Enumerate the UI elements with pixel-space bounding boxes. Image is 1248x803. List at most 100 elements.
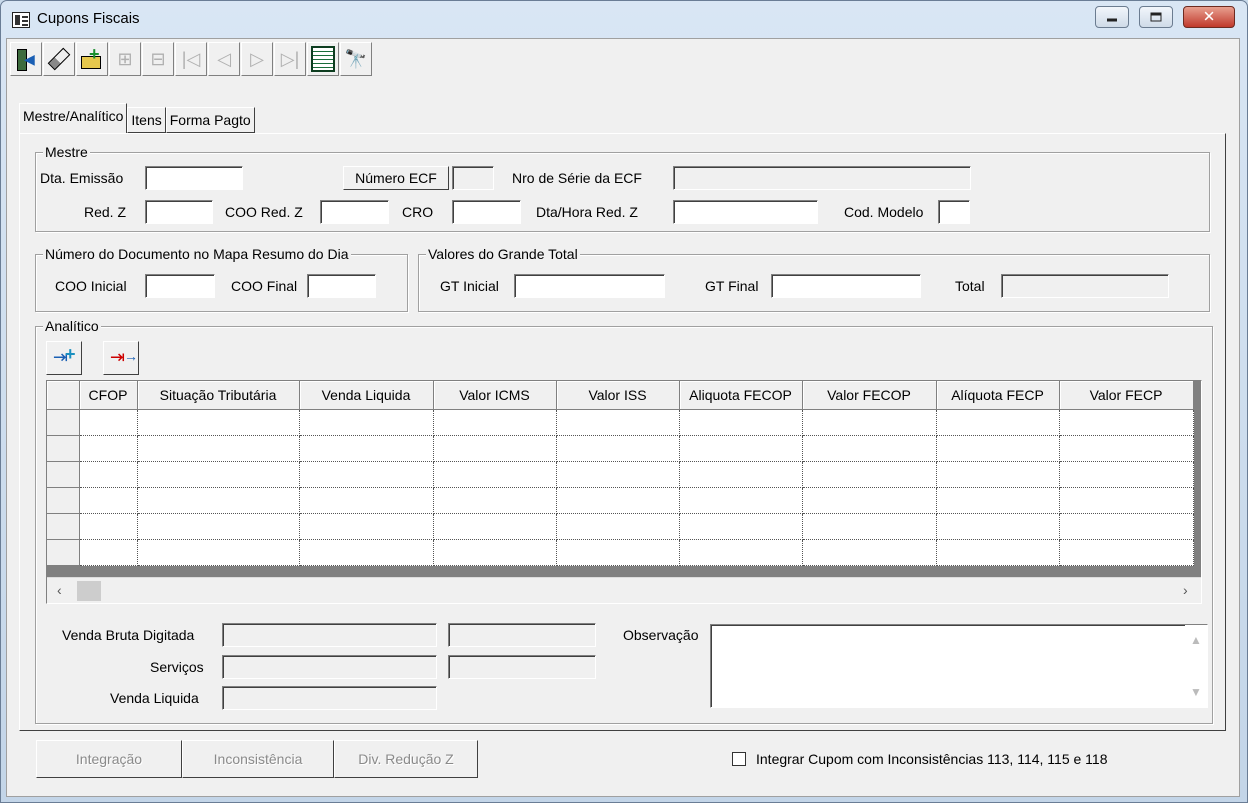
coo-red-z-input[interactable]: [320, 200, 389, 224]
grid-indicator-header: [47, 381, 80, 410]
eraser-icon: [47, 47, 71, 71]
folder-add-icon: [81, 44, 103, 69]
add-button[interactable]: ⊞: [109, 42, 141, 76]
observacao-label: Observação: [623, 627, 699, 643]
coo-inicial-input[interactable]: [145, 274, 215, 298]
cod-modelo-label: Cod. Modelo: [844, 204, 924, 220]
remove-row-arrow-icon: →: [124, 348, 138, 364]
integrar-checkbox[interactable]: [732, 752, 746, 766]
scroll-down-icon[interactable]: ▼: [1190, 685, 1202, 699]
numero-ecf-button[interactable]: Número ECF: [343, 166, 449, 190]
coo-inicial-label: COO Inicial: [55, 278, 127, 294]
app-icon: [12, 12, 30, 28]
gt-final-label: GT Final: [705, 278, 759, 294]
venda-liquida-input[interactable]: [222, 686, 437, 710]
col-aliquota-fecp[interactable]: Alíquota FECP: [936, 381, 1060, 410]
total-input[interactable]: [1001, 274, 1169, 298]
maximize-button[interactable]: [1139, 6, 1173, 28]
tab-itens[interactable]: Itens: [127, 107, 166, 133]
exit-door-icon: [15, 48, 37, 71]
add-row-button[interactable]: ⇥ +: [46, 341, 82, 375]
remove-button[interactable]: ⊟: [142, 42, 174, 76]
close-icon: ✕: [1202, 8, 1216, 26]
col-venda-liquida[interactable]: Venda Liquida: [299, 381, 434, 410]
title-bar[interactable]: Cupons Fiscais ✕: [1, 1, 1247, 39]
col-situacao-tributaria[interactable]: Situação Tributária: [137, 381, 300, 410]
add-disabled-icon: ⊞: [117, 49, 133, 69]
table-row[interactable]: [47, 487, 1194, 514]
analitico-title: Analítico: [43, 318, 101, 334]
gt-final-input[interactable]: [771, 274, 921, 298]
nro-serie-input[interactable]: [673, 166, 971, 190]
observacao-textarea[interactable]: ▲ ▼: [710, 624, 1208, 708]
gt-inicial-input[interactable]: [514, 274, 665, 298]
servicos-input-2[interactable]: [448, 655, 596, 679]
scroll-left-icon[interactable]: ‹: [57, 582, 62, 598]
next-record-button[interactable]: ▷: [241, 42, 273, 76]
binoculars-icon: 🔭: [344, 48, 368, 69]
close-button[interactable]: ✕: [1183, 6, 1235, 28]
remove-row-button[interactable]: ⇥ →: [103, 341, 139, 375]
window-title: Cupons Fiscais: [37, 10, 140, 27]
first-record-icon: |◁: [181, 49, 201, 69]
search-button[interactable]: 🔭: [340, 42, 372, 76]
col-valor-iss[interactable]: Valor ISS: [556, 381, 680, 410]
prev-record-button[interactable]: ◁: [208, 42, 240, 76]
first-record-button[interactable]: |◁: [175, 42, 207, 76]
venda-bruta-label: Venda Bruta Digitada: [62, 627, 195, 643]
horizontal-scrollbar[interactable]: ‹ ›: [47, 577, 1201, 603]
grid-icon: [311, 46, 335, 72]
analitico-grid[interactable]: CFOP Situação Tributária Venda Liquida V…: [46, 380, 1202, 604]
inconsistencia-button[interactable]: Inconsistência: [182, 740, 334, 778]
servicos-input[interactable]: [222, 655, 437, 679]
cod-modelo-input[interactable]: [938, 200, 970, 224]
servicos-label: Serviços: [150, 659, 204, 675]
tab-strip: Mestre/Analítico Itens Forma Pagto: [19, 103, 255, 133]
documento-title: Número do Documento no Mapa Resumo do Di…: [43, 246, 351, 262]
red-z-input[interactable]: [145, 200, 213, 224]
tab-forma-pagto[interactable]: Forma Pagto: [165, 107, 255, 133]
mestre-title: Mestre: [43, 144, 90, 160]
venda-bruta-input-2[interactable]: [448, 623, 596, 647]
observacao-scrollbar[interactable]: ▲ ▼: [1185, 625, 1207, 707]
table-row[interactable]: [47, 409, 1194, 436]
coo-red-z-label: COO Red. Z: [225, 204, 303, 220]
col-aliquota-fecop[interactable]: Aliquota FECOP: [679, 381, 803, 410]
table-row[interactable]: [47, 461, 1194, 488]
toolbar: ⊞ ⊟ |◁ ◁ ▷ ▷| 🔭: [10, 42, 373, 78]
minimize-button[interactable]: [1095, 6, 1129, 28]
tab-mestre-analitico[interactable]: Mestre/Analítico: [19, 103, 128, 133]
venda-bruta-input[interactable]: [222, 623, 437, 647]
coo-final-input[interactable]: [307, 274, 376, 298]
scroll-up-icon[interactable]: ▲: [1190, 633, 1202, 647]
new-record-button[interactable]: [76, 42, 108, 76]
scroll-right-icon[interactable]: ›: [1183, 582, 1188, 598]
cro-input[interactable]: [452, 200, 521, 224]
dta-hora-red-z-label: Dta/Hora Red. Z: [536, 204, 638, 220]
venda-liquida-label: Venda Liquida: [110, 690, 199, 706]
col-valor-icms[interactable]: Valor ICMS: [433, 381, 557, 410]
grande-total-title: Valores do Grande Total: [426, 246, 580, 262]
table-row[interactable]: [47, 513, 1194, 540]
div-reducao-z-button[interactable]: Div. Redução Z: [334, 740, 478, 778]
remove-row-icon: ⇥: [110, 347, 126, 367]
col-cfop[interactable]: CFOP: [79, 381, 138, 410]
table-row[interactable]: [47, 435, 1194, 462]
exit-button[interactable]: [10, 42, 42, 76]
table-row[interactable]: [47, 539, 1194, 566]
clear-button[interactable]: [43, 42, 75, 76]
last-record-button[interactable]: ▷|: [274, 42, 306, 76]
numero-ecf-input[interactable]: [452, 166, 494, 190]
grid-view-button[interactable]: [307, 42, 339, 76]
integracao-button[interactable]: Integração: [36, 740, 182, 778]
add-row-plus-icon: +: [65, 344, 76, 364]
prev-record-icon: ◁: [217, 49, 231, 69]
integrar-checkbox-label[interactable]: Integrar Cupom com Inconsistências 113, …: [756, 749, 1108, 769]
total-label: Total: [955, 278, 985, 294]
dta-emissao-label: Dta. Emissão: [40, 170, 124, 186]
dta-emissao-input[interactable]: [145, 166, 243, 190]
col-valor-fecop[interactable]: Valor FECOP: [802, 381, 937, 410]
scroll-thumb[interactable]: [77, 581, 101, 601]
col-valor-fecp[interactable]: Valor FECP: [1059, 381, 1194, 410]
dta-hora-red-z-input[interactable]: [673, 200, 818, 224]
